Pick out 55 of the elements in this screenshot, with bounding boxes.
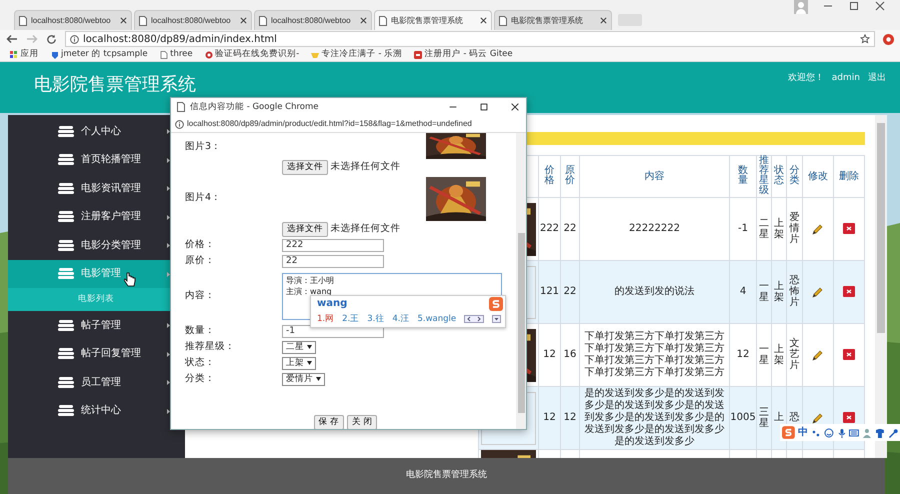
field-label: 价格： xyxy=(185,238,216,252)
table-cell: 12 xyxy=(736,349,750,360)
table-cell: 12 xyxy=(543,412,556,423)
table-cell-text: 22222222 xyxy=(628,223,681,235)
field-label: 图片4： xyxy=(185,190,222,205)
field-label: 图片3： xyxy=(185,140,222,154)
table-cell: 三星 xyxy=(759,406,769,428)
column-header: 价格 xyxy=(538,156,560,198)
table-cell: 爱情片 xyxy=(790,212,800,245)
table-cell: 12 xyxy=(543,349,556,360)
table-cell: 16 xyxy=(564,349,576,360)
table-cell-text: 的发送到发的说法 xyxy=(614,286,696,298)
field-label: 内容： xyxy=(185,288,216,303)
app-title: 电影院售票管理系统 xyxy=(34,76,196,94)
field-label: 状态： xyxy=(185,356,216,370)
table-cell: 121 xyxy=(540,286,560,297)
column-header: 推荐星级 xyxy=(756,156,772,198)
table-cell: 22 xyxy=(564,223,576,234)
column-header: 分类 xyxy=(786,156,802,198)
file-status: 未选择任何文件 xyxy=(330,160,400,174)
table-cell: 1005 xyxy=(730,412,756,423)
table-cell: 文艺片 xyxy=(790,338,800,371)
column-header: 内容 xyxy=(580,156,730,198)
table-cell: 上架 xyxy=(774,344,784,366)
window-title: 信息内容功能 - Google Chrome xyxy=(190,100,320,114)
column-header: 删除 xyxy=(834,156,864,198)
ime-input-text: wang xyxy=(317,297,348,311)
table-cell: 12 xyxy=(564,412,576,423)
table-cell: 恐怖片 xyxy=(790,275,800,308)
table-cell: 4 xyxy=(740,286,746,297)
column-header: 数量 xyxy=(730,156,756,198)
table-cell-text: 下单打发第三方下单打发第三方下单打发第三方下单打发第三方下单打发第三方下单打发第三方下单打发第三方下单打发第三方 xyxy=(584,331,726,379)
table-cell: 一星 xyxy=(759,280,769,302)
welcome-text: 欢迎您！ xyxy=(788,72,824,85)
field-label: 数量： xyxy=(185,324,216,338)
field-label: 原价： xyxy=(185,254,216,268)
table-cell: 上架 xyxy=(774,280,784,302)
table-cell: 二星 xyxy=(759,218,769,240)
field-label: 分类： xyxy=(185,372,216,386)
url-text: localhost:8080/dp89/admin/index.html xyxy=(83,32,278,46)
table-cell: -1 xyxy=(738,223,748,234)
table-cell: 恐 xyxy=(790,412,800,423)
url-text: localhost:8080/dp89/admin/product/edit.html?id=158&flag=1&method=undefined xyxy=(187,118,472,130)
table-cell: 上架 xyxy=(774,218,784,240)
column-header: 原价 xyxy=(560,156,580,198)
column-header: 状态 xyxy=(772,156,786,198)
column-header: 修改 xyxy=(802,156,834,198)
table-cell: 一星 xyxy=(759,344,769,366)
footer-text: 电影院售票管理系统 xyxy=(406,469,487,482)
table-cell: 上 xyxy=(774,412,784,423)
table-cell-text: 是的发送到发多少是的发送到发多少是的发送到发多少是的发送到发多少是的发送到发多少是的发送到发多少是的发送到发多少是的发送到发多少 xyxy=(584,388,726,448)
file-status: 未选择任何文件 xyxy=(330,222,400,236)
field-label: 推荐星级： xyxy=(185,340,236,354)
table-cell: 22 xyxy=(564,286,576,297)
table-cell: 222 xyxy=(540,223,560,234)
